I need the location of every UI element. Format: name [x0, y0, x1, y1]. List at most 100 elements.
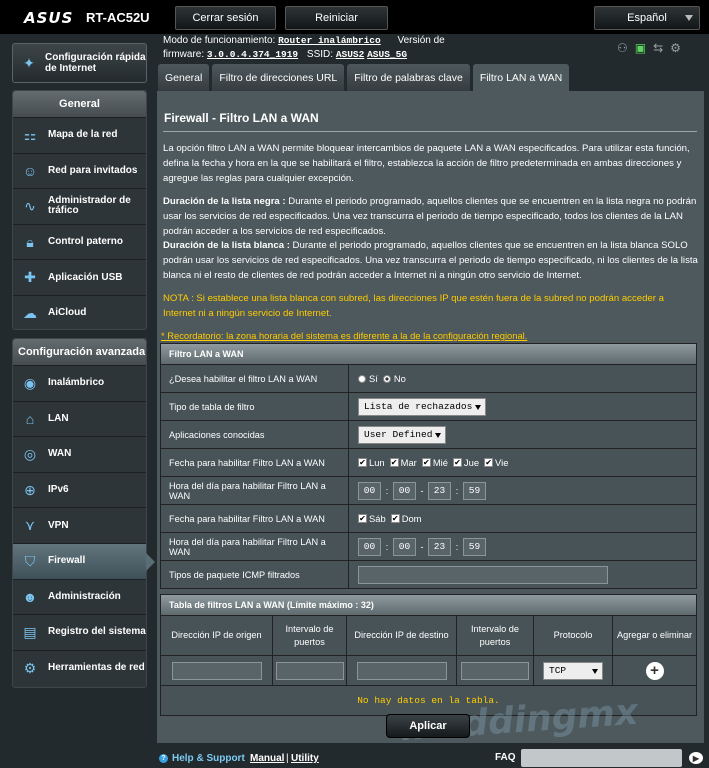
sidebar-item-wan[interactable]: ◎ WAN: [13, 436, 146, 472]
sidebar-item-ipv6[interactable]: ⊕ IPv6: [13, 471, 146, 508]
weekday-label: Fecha para habilitar Filtro LAN a WAN: [161, 449, 349, 476]
weekday-label-tue: Mar: [400, 457, 417, 468]
filter-type-label: Tipo de tabla de filtro: [161, 393, 349, 420]
known-apps-select[interactable]: User Defined: [358, 425, 446, 444]
utility-link[interactable]: Utility: [291, 753, 319, 764]
sidebar-item-network-tools[interactable]: ⚙ Herramientas de red: [13, 649, 146, 686]
wan-icon: ◎: [23, 445, 37, 462]
mode-link[interactable]: Router inalámbrico: [278, 35, 381, 46]
ssid-5g-link[interactable]: ASUS_5G: [367, 49, 407, 60]
weekend-end-minute-input[interactable]: 59: [463, 537, 486, 556]
weekday-checkbox[interactable]: ✔: [484, 458, 494, 467]
apply-button[interactable]: Aplicar: [386, 714, 470, 738]
weekend-label-sun: Dom: [401, 513, 422, 524]
sidebar: ✦ Configuración rápida de Internet Gener…: [0, 34, 160, 768]
help-support-link[interactable]: ? Help & Support: [159, 753, 245, 764]
weekday-checkbox[interactable]: ✔: [452, 458, 462, 467]
start-hour-input[interactable]: 00: [358, 481, 381, 500]
add-rule-icon[interactable]: +: [645, 661, 664, 680]
weekday-label-wed: Mié: [432, 457, 448, 468]
tab-keyword-filter[interactable]: Filtro de palabras clave: [347, 64, 470, 91]
weekend-start-hour-input[interactable]: 00: [358, 537, 381, 556]
whitelist-title: Duración de la lista blanca :: [163, 240, 290, 251]
weekday-label-thu: Jue: [463, 457, 480, 468]
traffic-manager-icon: ∿: [24, 197, 36, 214]
dest-ports-input[interactable]: [461, 661, 529, 680]
rules-header-row: Dirección IP de origen Intervalo de puer…: [161, 615, 696, 655]
sidebar-item-label: Aplicación USB: [48, 271, 123, 283]
known-apps-value: User Defined: [364, 429, 433, 440]
sidebar-item-parental-control[interactable]: 🔒︎ Control paterno: [13, 223, 146, 260]
model-name: RT-AC52U: [86, 10, 150, 25]
sidebar-item-label: VPN: [48, 519, 69, 531]
firewall-icon: ⛉: [24, 552, 36, 569]
usb-icon[interactable]: ⇆: [653, 41, 663, 55]
faq-search-go-icon[interactable]: ▶: [689, 752, 703, 764]
sidebar-item-aicloud[interactable]: ☁ AiCloud: [13, 294, 146, 331]
weekday-checkbox[interactable]: ✔: [358, 458, 367, 467]
whitelist-text: Duración de la lista blanca : Durante el…: [163, 238, 698, 283]
sidebar-item-wireless[interactable]: ◉ Inalámbrico: [13, 365, 146, 401]
settings-icon[interactable]: ⚙: [670, 41, 681, 55]
language-select[interactable]: Español: [594, 6, 700, 30]
sidebar-item-label: Inalámbrico: [48, 377, 105, 389]
timezone-reminder-link[interactable]: * Recordatorio: la zona horaria del sist…: [161, 330, 527, 341]
start-minute-input[interactable]: 00: [393, 481, 416, 500]
general-menu-title: General: [13, 91, 146, 117]
note-text: NOTA : Si establece una lista blanca con…: [163, 293, 664, 319]
firmware-line: firmware: 3.0.0.4.374_1919 SSID: ASUS2 A…: [163, 49, 407, 60]
language-value: Español: [627, 12, 667, 24]
faq-label: FAQ: [495, 752, 516, 763]
yes-radio[interactable]: [358, 374, 366, 383]
weekend-checkbox[interactable]: ✔: [390, 514, 400, 523]
ssid-2g-link[interactable]: ASUS2: [336, 49, 365, 60]
firmware-link[interactable]: 3.0.0.4.374_1919: [207, 49, 298, 60]
col-dest-ip: Dirección IP de destino: [347, 616, 457, 655]
network-tools-icon: ⚙: [23, 659, 37, 676]
source-ports-input[interactable]: [275, 661, 344, 680]
chevron-down-icon: [685, 15, 693, 21]
rules-input-row: TCP +: [161, 655, 696, 685]
filter-type-select[interactable]: Lista de rechazados: [358, 397, 486, 416]
tab-lan-wan-filter[interactable]: Filtro LAN a WAN: [472, 64, 570, 91]
dest-ip-input[interactable]: [356, 661, 447, 680]
manual-link[interactable]: Manual: [250, 753, 284, 764]
end-hour-input[interactable]: 23: [428, 481, 451, 500]
network-status-icon[interactable]: ▣: [635, 41, 646, 55]
weekend-start-minute-input[interactable]: 00: [393, 537, 416, 556]
sidebar-item-label: Firewall: [48, 555, 86, 567]
tab-general[interactable]: General: [158, 64, 210, 91]
intro-text: La opción filtro LAN a WAN permite bloqu…: [163, 143, 690, 184]
sidebar-item-usb-app[interactable]: ✚ Aplicación USB: [13, 259, 146, 295]
clients-icon[interactable]: ⚇: [617, 41, 628, 55]
icmp-label: Tipos de paquete ICMP filtrados: [161, 561, 349, 588]
icmp-input[interactable]: [358, 565, 608, 584]
sidebar-item-vpn[interactable]: ⋎ VPN: [13, 507, 146, 543]
logout-button[interactable]: Cerrar sesión: [175, 6, 276, 30]
sidebar-item-firewall[interactable]: ⛉ Firewall: [13, 542, 155, 579]
faq-search-input[interactable]: [521, 749, 682, 767]
end-minute-input[interactable]: 59: [463, 481, 486, 500]
icmp-row: Tipos de paquete ICMP filtrados: [161, 560, 696, 588]
tab-url-filter[interactable]: Filtro de direcciones URL: [212, 64, 345, 91]
sidebar-item-network-map[interactable]: ⚏ Mapa de la red: [13, 117, 146, 153]
sidebar-item-traffic-manager[interactable]: ∿ Administrador de tráfico: [13, 188, 146, 224]
sidebar-item-lan[interactable]: ⌂ LAN: [13, 400, 146, 437]
weekday-label-mon: Lun: [369, 457, 385, 468]
weekend-checkbox[interactable]: ✔: [358, 514, 367, 523]
reboot-button[interactable]: Reiniciar: [285, 6, 388, 30]
sidebar-item-system-log[interactable]: ▤ Registro del sistema: [13, 614, 146, 650]
quick-setup-button[interactable]: ✦ Configuración rápida de Internet: [12, 43, 147, 83]
weekend-end-hour-input[interactable]: 23: [428, 537, 451, 556]
sidebar-item-label: Administrador de tráfico: [48, 195, 131, 217]
no-radio[interactable]: [382, 374, 391, 383]
help-icon: ?: [159, 754, 168, 763]
protocol-select[interactable]: TCP: [543, 661, 603, 680]
ssid-label: SSID:: [306, 49, 334, 60]
source-ip-input[interactable]: [171, 661, 262, 680]
weekday-checkbox[interactable]: ✔: [421, 458, 431, 467]
advanced-menu-title: Configuración avanzada: [13, 339, 146, 365]
weekday-checkbox[interactable]: ✔: [389, 458, 399, 467]
sidebar-item-guest-network[interactable]: ☺ Red para invitados: [13, 152, 146, 189]
sidebar-item-administration[interactable]: ☻ Administración: [13, 578, 146, 615]
